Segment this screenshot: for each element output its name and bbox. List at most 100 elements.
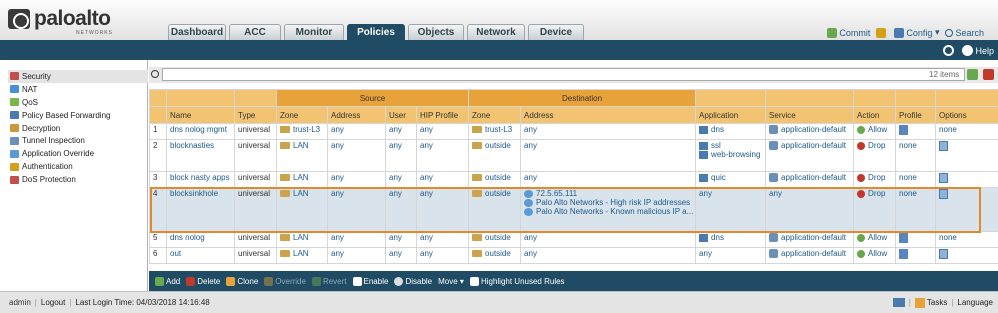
col-source-address[interactable]: Address — [327, 106, 386, 124]
col-type[interactable]: Type — [234, 106, 277, 124]
sidebar-item-decryption[interactable]: Decryption — [8, 122, 148, 135]
disable-button[interactable]: Disable — [394, 276, 432, 286]
rule-name: out — [166, 247, 235, 264]
application: ssl web-browsing — [695, 139, 767, 172]
source-zone: LAN — [276, 187, 328, 232]
application: dns — [695, 123, 767, 140]
tab-policies[interactable]: Policies — [347, 24, 405, 40]
help-button[interactable]: Help — [962, 45, 994, 56]
table-row[interactable]: 2 blocknasties universal LAN any any any outsid… — [149, 139, 998, 172]
col-hip-profile[interactable]: HIP Profile — [415, 106, 470, 124]
col-dest-address[interactable]: Address — [520, 106, 697, 124]
search-icon — [151, 70, 159, 78]
sidebar-item-nat[interactable]: NAT — [8, 83, 148, 96]
address-icon — [524, 198, 534, 207]
col-user[interactable]: User — [385, 106, 417, 124]
options-icon — [939, 173, 949, 183]
table-row[interactable]: 3 block nasty apps universal LAN any any any ou… — [149, 171, 998, 188]
source-zone: LAN — [276, 247, 328, 264]
col-options[interactable]: Options — [935, 106, 998, 124]
table-row[interactable]: 1 dns nolog mgmt universal trust-L3 any any an… — [149, 123, 998, 140]
row-number: 5 — [149, 231, 167, 248]
security-icon — [10, 72, 19, 81]
brand-logo: paloalto — [8, 8, 111, 29]
tab-network[interactable]: Network — [467, 24, 525, 40]
row-number: 2 — [149, 139, 167, 172]
user: any — [385, 231, 417, 248]
source-address: any — [327, 247, 386, 264]
sidebar-item-application-override[interactable]: Application Override — [8, 147, 148, 160]
zone-icon — [280, 174, 290, 182]
col-name[interactable]: Name — [166, 106, 235, 124]
lock-button[interactable] — [876, 27, 888, 38]
pbf-icon — [10, 111, 19, 120]
col-dest-zone[interactable]: Zone — [468, 106, 522, 124]
tab-dashboard[interactable]: Dashboard — [168, 24, 226, 40]
apply-filter-icon[interactable] — [967, 69, 978, 80]
service-icon — [769, 141, 779, 151]
enable-button[interactable]: Enable — [352, 276, 388, 286]
table-row[interactable]: 4 blocksinkhole universal LAN any any any outsi… — [149, 187, 998, 232]
highlight-unused-checkbox[interactable]: Highlight Unused Rules — [469, 276, 565, 286]
add-button[interactable]: Add — [155, 276, 180, 286]
language-button[interactable]: Language — [957, 298, 993, 307]
sidebar-item-security[interactable]: Security — [8, 70, 148, 83]
tab-objects[interactable]: Objects — [408, 24, 464, 40]
config-button[interactable]: Config ▾ — [894, 27, 939, 38]
application-icon — [699, 141, 709, 150]
col-source-zone[interactable]: Zone — [276, 106, 328, 124]
dest-address: any — [520, 247, 697, 264]
tasks-icon — [914, 297, 925, 308]
sidebar-item-authentication[interactable]: Authentication — [8, 160, 148, 173]
search-button[interactable]: Search — [945, 27, 984, 38]
sidebar-item-dos-protection[interactable]: DoS Protection — [8, 173, 148, 186]
user: any — [385, 123, 417, 140]
add-icon — [155, 276, 164, 286]
move-button[interactable]: Move ▾ — [438, 277, 464, 286]
options — [935, 247, 998, 264]
options-icon — [939, 141, 949, 151]
delete-button[interactable]: Delete — [186, 276, 220, 286]
sidebar-item-qos[interactable]: QoS — [8, 96, 148, 109]
filter-bar: 12 items — [149, 67, 998, 83]
brand-sub: NETWORKS — [76, 30, 113, 36]
table-row[interactable]: 6 out universal LAN any any any outside any any ap… — [149, 247, 998, 264]
refresh-icon[interactable] — [943, 45, 955, 56]
commit-button[interactable]: Commit — [827, 27, 870, 38]
tab-monitor[interactable]: Monitor — [284, 24, 344, 40]
profile: none — [895, 139, 937, 172]
options-icon — [939, 189, 949, 199]
col-service[interactable]: Service — [765, 106, 855, 124]
search-icon — [945, 28, 954, 37]
application: quic — [695, 171, 767, 188]
dest-address: any — [520, 123, 697, 140]
top-actions: Commit Config ▾ Search — [821, 27, 984, 38]
options — [935, 187, 998, 232]
hip-profile: any — [415, 231, 470, 248]
clone-button[interactable]: Clone — [226, 276, 258, 286]
override-button[interactable]: Override — [264, 276, 306, 286]
clear-filter-icon[interactable] — [983, 69, 994, 80]
action: Drop — [853, 187, 897, 232]
address-icon — [524, 189, 534, 198]
mail-icon[interactable] — [892, 298, 905, 307]
sidebar-item-pbf[interactable]: Policy Based Forwarding — [8, 109, 148, 122]
enable-icon — [352, 276, 362, 286]
sidebar-item-tunnel-inspection[interactable]: Tunnel Inspection — [8, 134, 148, 147]
application-icon — [699, 173, 709, 182]
rule-name: dns nolog — [166, 231, 235, 248]
application: any — [695, 247, 767, 264]
source-address: any — [327, 171, 386, 188]
service-icon — [769, 249, 779, 259]
tab-acc[interactable]: ACC — [229, 24, 281, 40]
tab-device[interactable]: Device — [528, 24, 584, 40]
col-action[interactable]: Action — [853, 106, 897, 124]
rule-type: universal — [234, 139, 277, 172]
col-profile[interactable]: Profile — [895, 106, 937, 124]
tasks-button[interactable]: Tasks — [914, 297, 947, 308]
logout-link[interactable]: Logout — [41, 298, 65, 307]
table-row[interactable]: 5 dns nolog universal LAN any any any outside an… — [149, 231, 998, 248]
revert-button[interactable]: Revert — [311, 276, 347, 286]
col-application[interactable]: Application — [695, 106, 767, 124]
filter-input[interactable] — [162, 68, 965, 81]
